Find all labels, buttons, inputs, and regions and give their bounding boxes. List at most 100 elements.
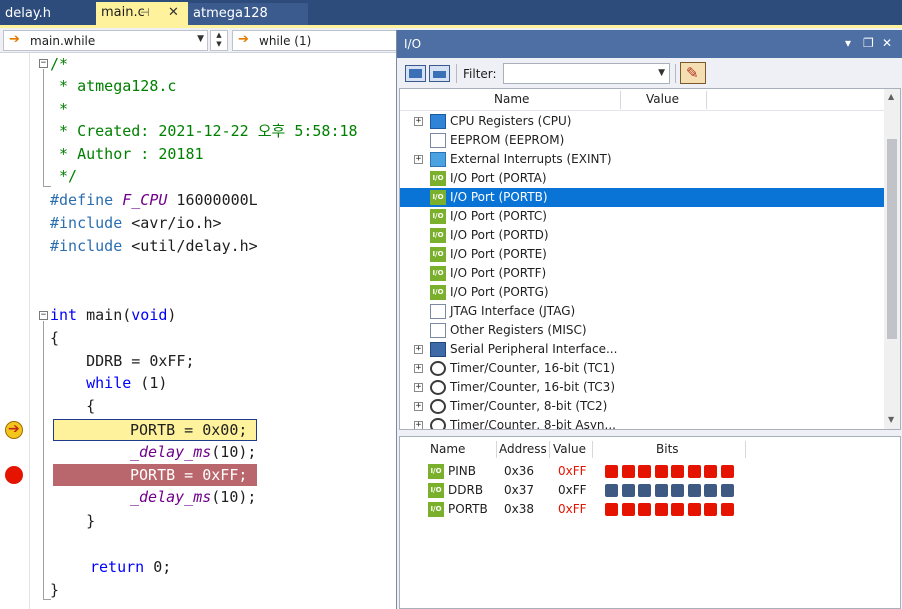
tree-item-portd[interactable]: I/O I/O Port (PORTD) [400, 226, 884, 245]
tree-item-portf[interactable]: I/O I/O Port (PORTF) [400, 264, 884, 283]
tree-item-tc2[interactable]: + Timer/Counter, 8-bit (TC2) [400, 397, 884, 416]
tree-item-tc0[interactable]: + Timer/Counter, 8-bit Asyn... [400, 416, 884, 429]
code-line: #define F_CPU 16000000L [50, 189, 258, 211]
scope-splitter-stepper[interactable]: ▲ ▼ [210, 30, 228, 51]
tab-delay-h[interactable]: delay.h [0, 3, 96, 25]
register-bit-6[interactable] [621, 503, 635, 516]
register-bit-3[interactable] [671, 465, 684, 478]
scroll-up-icon[interactable]: ▲ [888, 92, 894, 101]
io-module-tree[interactable]: Name Value + CPU Registers (CPU) EEPROM … [399, 88, 901, 430]
register-bit-2[interactable] [687, 465, 701, 478]
maximize-icon[interactable]: ❐ [863, 36, 874, 50]
register-bit-7[interactable] [605, 465, 618, 478]
register-bits[interactable] [605, 465, 745, 479]
register-bit-6[interactable] [621, 465, 635, 478]
tree-item-tc1[interactable]: + Timer/Counter, 16-bit (TC1) [400, 359, 884, 378]
register-row-pinb[interactable]: I/O PINB 0x36 0xFF [400, 462, 900, 481]
register-value[interactable]: 0xFF [558, 483, 587, 497]
expand-icon[interactable]: + [414, 364, 423, 373]
view-layout-alt-icon[interactable] [429, 65, 450, 82]
tab-main-c[interactable]: main.c ⊣ ✕ [96, 2, 188, 25]
tree-item-porta[interactable]: I/O I/O Port (PORTA) [400, 169, 884, 188]
register-bit-0[interactable] [720, 484, 734, 497]
view-layout-icon[interactable] [405, 65, 426, 82]
register-bit-3[interactable] [671, 484, 684, 497]
register-bit-6[interactable] [621, 484, 635, 497]
close-icon[interactable]: ✕ [882, 36, 892, 50]
window-menu-icon[interactable]: ▾ [845, 36, 851, 50]
register-bit-1[interactable] [704, 465, 717, 478]
tree-item-portg[interactable]: I/O I/O Port (PORTG) [400, 283, 884, 302]
register-bit-2[interactable] [687, 484, 701, 497]
vertical-scrollbar[interactable]: ▲ ▼ [884, 89, 900, 429]
tree-item-exint[interactable]: + External Interrupts (EXINT) [400, 150, 884, 169]
breakpoint-icon[interactable] [5, 466, 23, 484]
breakpoint-margin[interactable] [0, 53, 30, 609]
tree-item-porte[interactable]: I/O I/O Port (PORTE) [400, 245, 884, 264]
register-bit-7[interactable] [605, 503, 618, 516]
clock-icon [430, 418, 446, 429]
tree-item-cpu[interactable]: + CPU Registers (CPU) [400, 112, 884, 131]
tree-item-spi[interactable]: + Serial Peripheral Interface... [400, 340, 884, 359]
register-bit-3[interactable] [671, 503, 684, 516]
register-bit-0[interactable] [720, 465, 734, 478]
expand-icon[interactable]: + [414, 383, 423, 392]
code-line: int main(void) [50, 304, 176, 326]
chevron-down-icon[interactable]: ▼ [658, 68, 665, 78]
expand-icon[interactable]: + [414, 117, 423, 126]
collapse-icon[interactable]: − [39, 311, 48, 320]
column-header-address[interactable]: Address [499, 442, 547, 456]
register-bit-4[interactable] [654, 503, 668, 516]
register-table[interactable]: Name Address Value Bits I/O PINB 0x36 0x… [399, 436, 901, 609]
scrollbar-thumb[interactable] [887, 139, 897, 339]
register-row-ddrb[interactable]: I/O DDRB 0x37 0xFF [400, 481, 900, 500]
column-header-value[interactable]: Value [553, 442, 586, 456]
register-row-portb[interactable]: I/O PORTB 0x38 0xFF [400, 500, 900, 519]
expand-icon[interactable]: + [414, 421, 423, 429]
register-value[interactable]: 0xFF [558, 502, 587, 516]
edit-pen-icon[interactable]: ✎ [680, 62, 706, 84]
register-bits[interactable] [605, 503, 745, 517]
column-header-bits[interactable]: Bits [656, 442, 679, 456]
keyword: return [90, 558, 145, 576]
register-bit-5[interactable] [638, 484, 651, 497]
collapse-icon[interactable]: − [39, 59, 48, 68]
scope-dropdown[interactable]: ➔ main.while ▼ [3, 30, 208, 51]
expand-icon[interactable]: + [414, 155, 423, 164]
code-line: * atmega128.c [50, 77, 177, 95]
register-bit-4[interactable] [654, 465, 668, 478]
register-bit-5[interactable] [638, 465, 651, 478]
column-header-value[interactable]: Value [646, 92, 679, 106]
code-line: * Created: 2021-12-22 오후 5:58:18 [50, 122, 358, 140]
scroll-down-icon[interactable]: ▼ [888, 415, 894, 424]
tree-item-tc3[interactable]: + Timer/Counter, 16-bit (TC3) [400, 378, 884, 397]
column-header-name[interactable]: Name [430, 442, 465, 456]
close-icon[interactable]: ✕ [168, 2, 179, 24]
tree-item-misc[interactable]: Other Registers (MISC) [400, 321, 884, 340]
preprocessor-keyword: #include [50, 237, 123, 255]
register-bit-4[interactable] [654, 484, 668, 497]
register-bit-1[interactable] [704, 484, 717, 497]
tab-atmega128[interactable]: atmega128 [188, 3, 308, 25]
member-dropdown[interactable]: ➔ while (1) [232, 30, 402, 51]
filter-input[interactable]: ▼ [503, 63, 670, 84]
register-bit-7[interactable] [605, 484, 618, 497]
register-bit-5[interactable] [638, 503, 651, 516]
register-bit-1[interactable] [704, 503, 717, 516]
tree-item-portc[interactable]: I/O I/O Port (PORTC) [400, 207, 884, 226]
register-bit-0[interactable] [720, 503, 734, 516]
register-value[interactable]: 0xFF [558, 464, 587, 478]
toolbar-separator [456, 64, 457, 83]
expand-icon[interactable]: + [414, 402, 423, 411]
pin-icon[interactable]: ⊣ [140, 2, 150, 24]
tree-item-jtag[interactable]: JTAG Interface (JTAG) [400, 302, 884, 321]
tree-item-eeprom[interactable]: EEPROM (EEPROM) [400, 131, 884, 150]
io-port-icon: I/O [430, 247, 446, 262]
io-title-bar[interactable]: I/O ▾ ❐ ✕ [397, 30, 902, 58]
tree-item-portb[interactable]: I/O I/O Port (PORTB) [400, 188, 884, 207]
register-bits[interactable] [605, 484, 745, 498]
expand-icon[interactable]: + [414, 345, 423, 354]
register-bit-2[interactable] [687, 503, 701, 516]
code-editor[interactable]: − − ➔ /* * atmega128.c * * Created: 2021… [0, 53, 398, 609]
column-header-name[interactable]: Name [494, 92, 529, 106]
